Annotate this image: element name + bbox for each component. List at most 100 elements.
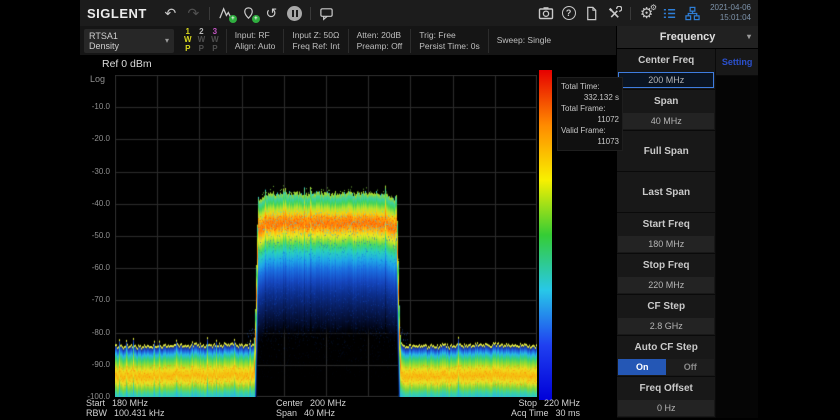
workspace: RTSA1 Density ▾ 1 W P 2 W P 3 W	[80, 26, 616, 418]
sidebar-item-start-freq[interactable]: Start Freq 180 MHz	[617, 213, 715, 253]
chevron-down-icon: ▾	[165, 37, 169, 45]
marker-pin-button[interactable]: +	[237, 2, 260, 24]
menu-title-dropdown[interactable]: Frequency ▾	[617, 26, 758, 49]
plot-area: Ref 0 dBm Log Total Time: 332.132 s Tota…	[80, 55, 616, 418]
span-value[interactable]: 40 MHz	[618, 113, 714, 129]
tab-setting[interactable]: Setting	[716, 49, 758, 75]
status-line: Preamp: Off	[357, 41, 403, 52]
status-impedance: Input Z: 50Ω Freq Ref: Int	[283, 29, 347, 53]
mode-view: Density	[89, 41, 119, 51]
trace-indicator-1[interactable]: 1 W P	[184, 28, 192, 54]
screen-background: SIGLENT ↶ ↷ + + ↺	[0, 0, 840, 420]
trace-indicator-3[interactable]: 3 W P	[211, 28, 219, 54]
screenshot-button[interactable]	[534, 2, 557, 24]
center-label: Center	[276, 398, 303, 408]
sidebar-item-label: Span	[617, 90, 715, 113]
document-icon	[584, 6, 599, 21]
sidebar-item-freq-offset[interactable]: Freq Offset 0 Hz	[617, 377, 715, 417]
start-rbw-readout: Start180 MHz RBW100.431 kHz	[86, 398, 165, 418]
mode-name: RTSA1	[89, 31, 118, 41]
colorbar	[539, 70, 552, 400]
tab-column-filler	[716, 76, 758, 418]
total-frame-value: 11072	[561, 114, 619, 125]
status-line: Input Z: 50Ω	[292, 30, 339, 41]
auto-cf-on-button[interactable]: On	[618, 359, 666, 375]
stop-acq-readout: Stop220 MHz Acq Time30 ms	[440, 398, 580, 418]
toolbar-divider	[209, 7, 210, 20]
density-plot-canvas[interactable]	[115, 75, 537, 397]
status-line: Trig: Free	[419, 30, 479, 41]
y-axis-tick: -100.0	[80, 392, 110, 401]
stop-label: Stop	[518, 398, 537, 408]
mode-dropdown[interactable]: RTSA1 Density ▾	[84, 29, 174, 53]
total-time-label: Total Time:	[561, 81, 619, 92]
y-axis-tick: -50.0	[80, 231, 110, 240]
trace-indicators: 1 W P 2 W P 3 W P	[181, 28, 222, 54]
sidebar-item-auto-cf-step[interactable]: Auto CF Step On Off	[617, 336, 715, 376]
sidebar-item-stop-freq[interactable]: Stop Freq 220 MHz	[617, 254, 715, 294]
sidebar-item-label: Stop Freq	[617, 254, 715, 277]
datetime-display: 2021-04-06 15:01:04	[710, 3, 751, 23]
status-line: Align: Auto	[235, 41, 276, 52]
sidebar-item-full-span[interactable]: Full Span	[617, 131, 715, 171]
stop-value: 220 MHz	[544, 398, 580, 408]
sidebar-item-center-freq[interactable]: Center Freq 200 MHz	[617, 49, 715, 89]
status-sweep: Sweep: Single	[488, 29, 559, 53]
message-bubble-icon	[319, 6, 334, 21]
y-axis-tick: -90.0	[80, 360, 110, 369]
total-time-value: 332.132 s	[561, 92, 619, 103]
y-axis-tick: -30.0	[80, 167, 110, 176]
cf-step-value[interactable]: 2.8 GHz	[618, 318, 714, 334]
menu-tab-column: Setting	[716, 49, 758, 418]
status-line: Sweep: Single	[497, 35, 551, 46]
settings-gear-button[interactable]: ⚙ ⚙	[635, 2, 658, 24]
chevron-down-icon: ▾	[747, 33, 751, 41]
trace-mode: P	[185, 45, 190, 54]
redo-icon: ↷	[187, 6, 199, 20]
trace-indicator-2[interactable]: 2 W P	[198, 28, 206, 54]
menu-list-button[interactable]	[658, 2, 681, 24]
rbw-value: 100.431 kHz	[114, 408, 165, 418]
center-span-readout: Center200 MHz Span40 MHz	[276, 398, 346, 418]
network-icon	[685, 6, 700, 21]
network-lan-button[interactable]	[681, 2, 704, 24]
sidebar-item-label: Full Span	[617, 131, 715, 171]
trace-mode: P	[212, 45, 217, 54]
undo-button[interactable]: ↶	[159, 2, 182, 24]
y-axis-tick: -70.0	[80, 295, 110, 304]
center-freq-value[interactable]: 200 MHz	[618, 72, 714, 88]
ref-level-label: Ref 0 dBm	[102, 58, 152, 70]
message-button[interactable]	[315, 2, 338, 24]
redo-button[interactable]: ↷	[182, 2, 205, 24]
status-line: Atten: 20dB	[357, 30, 403, 41]
y-axis-tick: -40.0	[80, 199, 110, 208]
y-axis-tick: -60.0	[80, 263, 110, 272]
replay-icon: ↺	[265, 6, 277, 20]
status-line: Input: RF	[235, 30, 276, 41]
status-line: Persist Time: 0s	[419, 41, 479, 52]
rbw-label: RBW	[86, 408, 107, 418]
sidebar-item-label: Center Freq	[617, 49, 715, 72]
gear-small-icon: ⚙	[650, 4, 657, 12]
start-freq-value[interactable]: 180 MHz	[618, 236, 714, 252]
tools-button[interactable]	[603, 2, 626, 24]
pause-button[interactable]	[283, 2, 306, 24]
time-text: 15:01:04	[720, 13, 751, 22]
help-button[interactable]: ?	[557, 2, 580, 24]
auto-cf-off-button[interactable]: Off	[666, 359, 714, 375]
sidebar-item-label: Start Freq	[617, 213, 715, 236]
freq-offset-value[interactable]: 0 Hz	[618, 400, 714, 416]
auto-cf-step-toggle: On Off	[618, 359, 714, 375]
stop-freq-value[interactable]: 220 MHz	[618, 277, 714, 293]
sidebar-item-cf-step[interactable]: CF Step 2.8 GHz	[617, 295, 715, 335]
status-atten: Atten: 20dB Preamp: Off	[348, 29, 411, 53]
sidebar-item-label: Last Span	[617, 172, 715, 212]
menu-title: Frequency	[660, 31, 716, 43]
file-button[interactable]	[580, 2, 603, 24]
y-axis-tick: -80.0	[80, 328, 110, 337]
main-row: RTSA1 Density ▾ 1 W P 2 W P 3 W	[80, 26, 758, 418]
sidebar-item-last-span[interactable]: Last Span	[617, 172, 715, 212]
sidebar-item-span[interactable]: Span 40 MHz	[617, 90, 715, 130]
replay-history-button[interactable]: ↺	[260, 2, 283, 24]
peak-search-button[interactable]: +	[214, 2, 237, 24]
